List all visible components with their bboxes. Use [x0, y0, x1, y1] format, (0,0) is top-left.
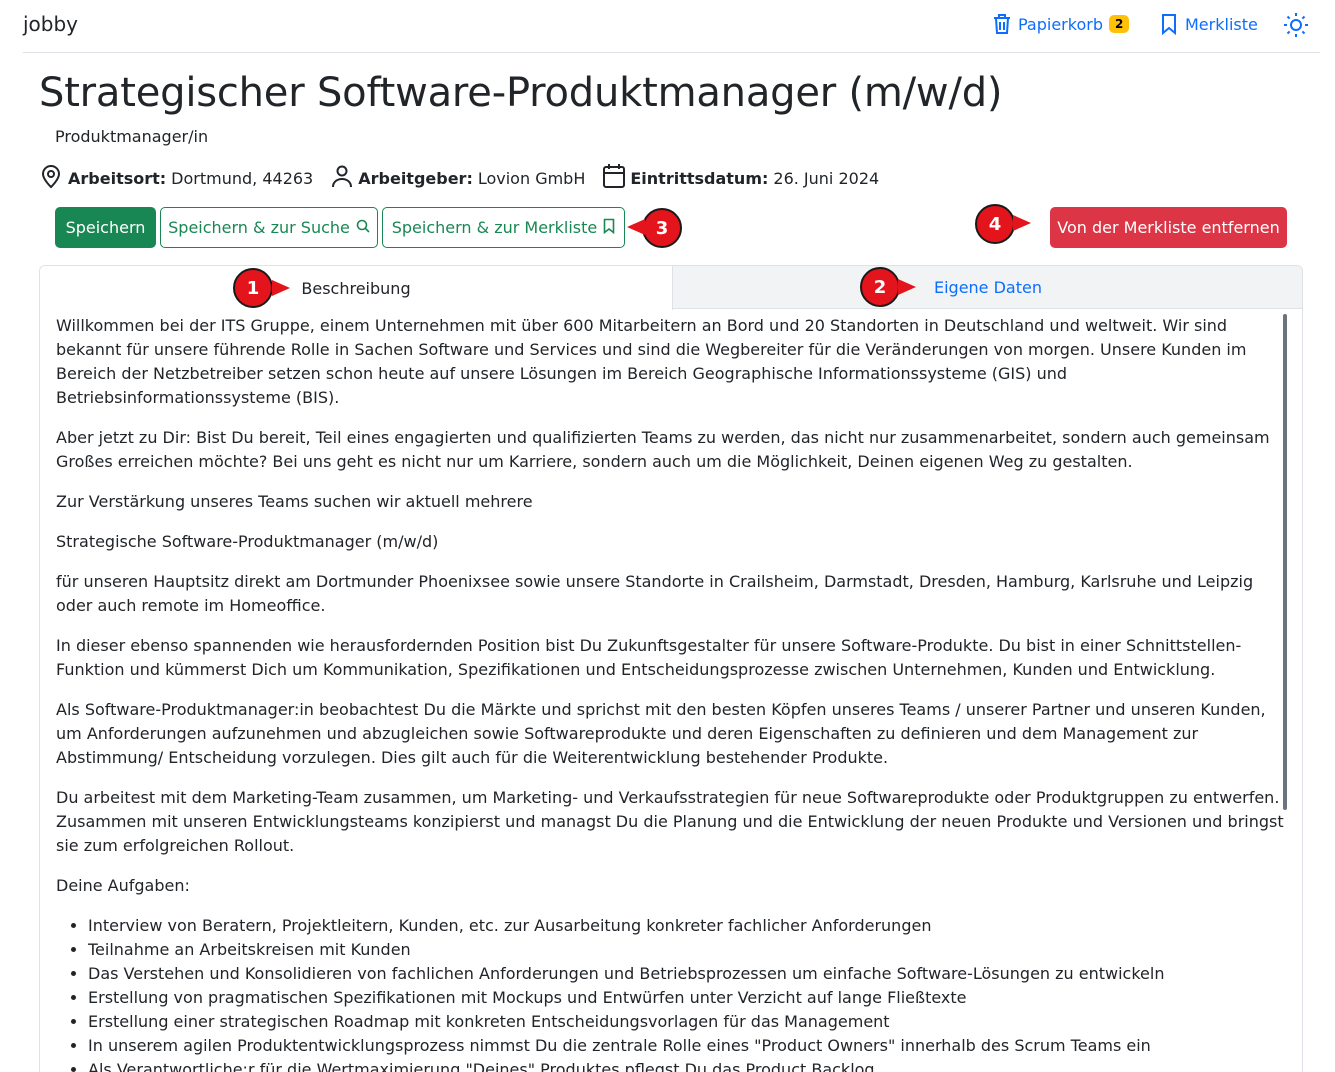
bookmarks-label: Merkliste: [1185, 14, 1258, 34]
map-pin-icon: [39, 163, 68, 193]
list-item: Erstellung von pragmatischen Spezifikati…: [88, 986, 1284, 1010]
remove-from-bookmarks-button[interactable]: Von der Merkliste entfernen: [1050, 207, 1287, 248]
start-date-label: Eintrittsdatum:: [630, 168, 769, 188]
annotation-arrow-2: [898, 279, 916, 295]
task-list: Interview von Beratern, Projektleitern, …: [88, 914, 1284, 1072]
description-paragraph: für unseren Hauptsitz direkt am Dortmund…: [56, 572, 1254, 615]
tab-bar: Beschreibung Eigene Daten: [40, 266, 1302, 310]
tab-description[interactable]: Beschreibung: [40, 266, 673, 310]
description-paragraph: In dieser ebenso spannenden wie herausfo…: [56, 636, 1242, 679]
scrollbar[interactable]: [1283, 314, 1287, 810]
brand-logo[interactable]: jobby: [23, 12, 78, 36]
job-meta: Arbeitsort: Dortmund, 44263 Arbeitgeber:…: [39, 163, 879, 193]
save-button[interactable]: Speichern: [55, 207, 156, 248]
list-item: Erstellung einer strategischen Roadmap m…: [88, 1010, 1284, 1034]
description-paragraph: Aber jetzt zu Dir: Bist Du bereit, Teil …: [56, 428, 1270, 471]
description-paragraph: Willkommen bei der ITS Gruppe, einem Unt…: [56, 316, 1247, 407]
annotation-marker-3: 3: [642, 208, 682, 248]
user-icon: [331, 163, 358, 193]
annotation-marker-2: 2: [860, 267, 900, 307]
list-item: In unserem agilen Produktentwicklungspro…: [88, 1034, 1284, 1058]
list-item: Interview von Beratern, Projektleitern, …: [88, 914, 1284, 938]
trash-link[interactable]: Papierkorb 2: [991, 12, 1130, 36]
employer-label: Arbeitgeber:: [358, 168, 473, 188]
list-item: Als Verantwortliche:r für die Wertmaximi…: [88, 1058, 1284, 1072]
start-date-value: 26. Juni 2024: [773, 168, 880, 188]
list-item: Das Verstehen und Konsolidieren von fach…: [88, 962, 1284, 986]
annotation-marker-4: 4: [975, 204, 1015, 244]
employer-item: Arbeitgeber: Lovion GmbH: [331, 163, 585, 193]
search-icon: [350, 218, 370, 237]
description-paragraph: Du arbeitest mit dem Marketing-Team zusa…: [56, 788, 1284, 855]
employer-value: Lovion GmbH: [477, 168, 586, 188]
save-and-bookmarks-label: Speichern & zur Merkliste: [391, 218, 598, 237]
job-category: Produktmanager/in: [55, 127, 209, 146]
start-date-item: Eintrittsdatum: 26. Juni 2024: [603, 163, 879, 193]
trash-count-badge: 2: [1108, 15, 1130, 33]
job-details-card: Beschreibung Eigene Daten Willkommen bei…: [39, 265, 1303, 1072]
description-paragraph: Zur Verstärkung unseres Teams suchen wir…: [56, 492, 533, 511]
save-and-search-label: Speichern & zur Suche: [168, 218, 350, 237]
location-value: Dortmund, 44263: [171, 168, 314, 188]
save-and-bookmarks-button[interactable]: Speichern & zur Merkliste: [382, 207, 625, 248]
annotation-arrow-3: [627, 219, 645, 235]
navbar: jobby Papierkorb 2 Merkliste: [23, 0, 1320, 53]
list-item: Teilnahme an Arbeitskreisen mit Kunden: [88, 938, 1284, 962]
location-item: Arbeitsort: Dortmund, 44263: [39, 163, 313, 193]
description-paragraph: Strategische Software-Produktmanager (m/…: [56, 532, 439, 551]
annotation-arrow-1: [272, 280, 290, 296]
calendar-icon: [603, 163, 630, 193]
trash-label: Papierkorb: [1018, 14, 1103, 34]
bookmarks-link[interactable]: Merkliste: [1159, 12, 1258, 36]
save-and-search-button[interactable]: Speichern & zur Suche: [160, 207, 378, 248]
page-title: Strategischer Software-Produktmanager (m…: [39, 70, 1003, 116]
trash-icon: [991, 12, 1013, 36]
sun-icon: [1283, 12, 1309, 38]
tasks-heading: Deine Aufgaben:: [56, 876, 190, 895]
annotation-arrow-4: [1013, 215, 1031, 231]
tab-own-data[interactable]: Eigene Daten: [673, 266, 1302, 309]
bookmark-icon: [597, 218, 615, 238]
description-paragraph: Als Software-Produktmanager:in beobachte…: [56, 700, 1266, 767]
job-description: Willkommen bei der ITS Gruppe, einem Unt…: [56, 314, 1284, 1072]
location-label: Arbeitsort:: [68, 168, 167, 188]
bookmark-icon: [1159, 12, 1179, 36]
theme-toggle[interactable]: [1283, 12, 1309, 38]
annotation-marker-1: 1: [233, 268, 273, 308]
